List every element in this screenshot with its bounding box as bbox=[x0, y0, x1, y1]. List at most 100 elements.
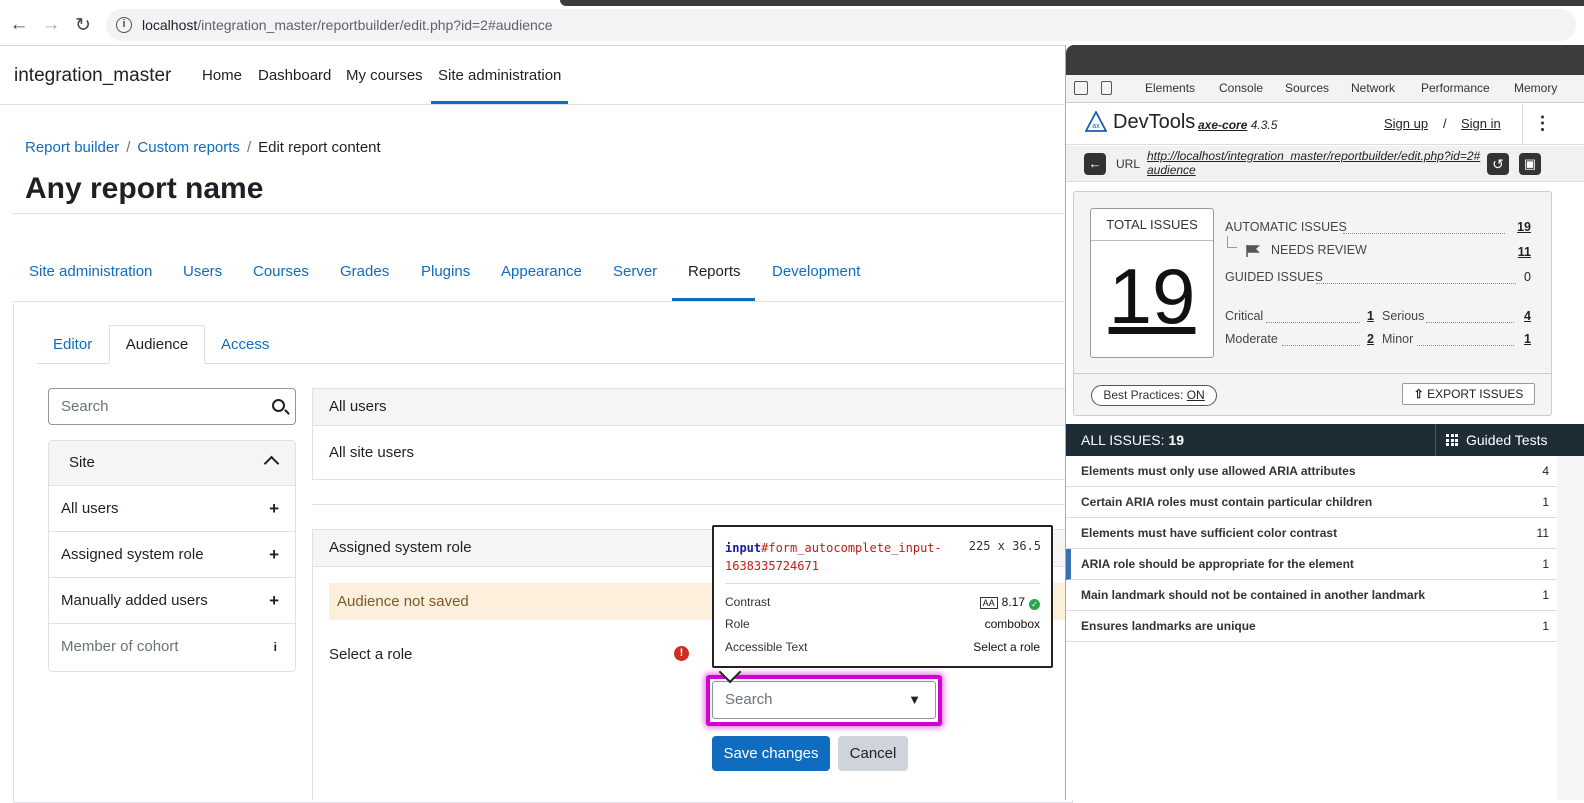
sidebar-item-label: Assigned system role bbox=[61, 546, 204, 563]
devtools-tab-sources[interactable]: Sources bbox=[1285, 81, 1329, 95]
breadcrumb-custom-reports[interactable]: Custom reports bbox=[137, 139, 240, 156]
sign-in-link[interactable]: Sign in bbox=[1461, 116, 1501, 131]
devtools-tab-network[interactable]: Network bbox=[1351, 81, 1395, 95]
issue-count: 11 bbox=[1536, 526, 1549, 540]
audience-block-title: All users bbox=[329, 398, 387, 415]
needs-review-count[interactable]: 11 bbox=[1505, 245, 1531, 259]
tooltip-contrast-value: 8.17 bbox=[1001, 595, 1025, 609]
check-icon: ✓ bbox=[1029, 599, 1040, 610]
window-titlebar bbox=[560, 0, 1584, 6]
tab-site-administration[interactable]: Site administration bbox=[29, 263, 152, 280]
reload-icon[interactable]: ↻ bbox=[72, 14, 94, 37]
scanned-url-link[interactable]: http://localhost/integration_master/repo… bbox=[1147, 149, 1482, 177]
back-button[interactable]: ← bbox=[1084, 153, 1106, 175]
subtab-editor[interactable]: Editor bbox=[53, 336, 92, 353]
chevron-up-icon[interactable] bbox=[263, 455, 280, 472]
tab-development[interactable]: Development bbox=[772, 263, 860, 280]
device-toolbar-icon[interactable] bbox=[1101, 81, 1112, 95]
sidebar-item-assigned-system-role[interactable]: Assigned system role + bbox=[49, 532, 295, 578]
issue-row[interactable]: Main landmark should not be contained in… bbox=[1066, 580, 1557, 611]
sidebar-item-member-of-cohort: Member of cohort i bbox=[49, 624, 295, 670]
leader-dots bbox=[1417, 345, 1514, 346]
audience-block-body bbox=[312, 425, 1072, 480]
axe-core-link[interactable]: axe-core bbox=[1198, 118, 1247, 132]
critical-count[interactable]: 1 bbox=[1360, 309, 1374, 323]
devtools-tab-memory[interactable]: Memory bbox=[1514, 81, 1557, 95]
export-issues-label: EXPORT ISSUES bbox=[1427, 387, 1524, 401]
sidebar-item-label: Manually added users bbox=[61, 592, 208, 609]
tab-server[interactable]: Server bbox=[613, 263, 657, 280]
total-issues-count[interactable]: 19 bbox=[1090, 252, 1214, 340]
audience-block-header: All users bbox=[312, 388, 1072, 426]
export-issues-button[interactable]: ⇧ EXPORT ISSUES bbox=[1402, 383, 1535, 405]
sign-up-link[interactable]: Sign up bbox=[1384, 116, 1428, 131]
tab-reports[interactable]: Reports bbox=[688, 263, 741, 280]
minor-count[interactable]: 1 bbox=[1517, 332, 1531, 346]
save-changes-button[interactable]: Save changes bbox=[712, 736, 830, 771]
automatic-issues-count[interactable]: 19 bbox=[1505, 220, 1531, 234]
tab-users[interactable]: Users bbox=[183, 263, 222, 280]
issue-row[interactable]: Ensures landmarks are unique 1 bbox=[1066, 611, 1557, 642]
dropdown-arrow-icon[interactable]: ▼ bbox=[908, 682, 921, 718]
nav-site-administration[interactable]: Site administration bbox=[438, 67, 561, 84]
tooltip-contrast-label: Contrast bbox=[725, 595, 771, 609]
moderate-count[interactable]: 2 bbox=[1360, 332, 1374, 346]
sidebar-search-input[interactable]: Search bbox=[48, 388, 296, 425]
more-options-icon[interactable]: ⋮ bbox=[1522, 104, 1562, 144]
scrollbar[interactable] bbox=[1557, 456, 1584, 800]
best-practices-toggle[interactable]: Best Practices: ON bbox=[1091, 385, 1217, 406]
nav-my-courses[interactable]: My courses bbox=[346, 67, 423, 84]
inspect-element-icon[interactable] bbox=[1074, 81, 1088, 95]
guided-tests-button[interactable]: Guided Tests bbox=[1435, 424, 1584, 456]
tab-courses[interactable]: Courses bbox=[253, 263, 309, 280]
subtab-audience[interactable]: Audience bbox=[109, 325, 205, 364]
tooltip-dimensions: 225 x 36.5 bbox=[968, 539, 1041, 553]
save-results-button[interactable]: ▣ bbox=[1519, 153, 1541, 175]
tooltip-accessible-text-row: Accessible Text Select a role bbox=[725, 640, 1040, 658]
guided-tests-label: Guided Tests bbox=[1466, 432, 1548, 448]
plus-icon[interactable]: + bbox=[269, 578, 279, 624]
combobox-placeholder: Search bbox=[725, 691, 773, 708]
site-brand[interactable]: integration_master bbox=[14, 65, 171, 87]
tooltip-selector: input#form_autocomplete_input-1638335724… bbox=[725, 539, 955, 575]
subtab-access[interactable]: Access bbox=[221, 336, 269, 353]
devtools-tab-elements[interactable]: Elements bbox=[1145, 81, 1195, 95]
issue-row[interactable]: Elements must only use allowed ARIA attr… bbox=[1066, 456, 1557, 487]
serious-count[interactable]: 4 bbox=[1517, 309, 1531, 323]
required-error-icon: ! bbox=[674, 646, 689, 661]
plus-icon[interactable]: + bbox=[269, 532, 279, 578]
site-section-header[interactable]: Site bbox=[49, 441, 295, 486]
sidebar-item-all-users[interactable]: All users + bbox=[49, 486, 295, 532]
address-bar[interactable]: i localhost/integration_master/reportbui… bbox=[106, 9, 1576, 41]
sidebar-item-manually-added-users[interactable]: Manually added users + bbox=[49, 578, 295, 624]
cancel-button[interactable]: Cancel bbox=[838, 736, 908, 771]
site-section-title: Site bbox=[69, 454, 95, 471]
info-icon[interactable]: i bbox=[274, 624, 277, 670]
plus-icon[interactable]: + bbox=[269, 486, 279, 532]
issue-title: Ensures landmarks are unique bbox=[1081, 619, 1256, 633]
url-label: URL bbox=[1116, 157, 1141, 171]
devtools-tab-performance[interactable]: Performance bbox=[1421, 81, 1490, 95]
devtools-tab-console[interactable]: Console bbox=[1219, 81, 1263, 95]
tab-plugins[interactable]: Plugins bbox=[421, 263, 470, 280]
issue-row-selected[interactable]: ARIA role should be appropriate for the … bbox=[1066, 549, 1557, 580]
nav-dashboard[interactable]: Dashboard bbox=[258, 67, 331, 84]
role-combobox[interactable]: Search ▼ bbox=[712, 681, 936, 719]
search-icon[interactable] bbox=[272, 399, 285, 412]
role-label: Select a role bbox=[329, 646, 413, 663]
nav-home[interactable]: Home bbox=[202, 67, 242, 84]
back-icon[interactable]: ← bbox=[8, 14, 30, 36]
svg-text:ax: ax bbox=[1092, 123, 1100, 130]
rescan-button[interactable]: ↺ bbox=[1487, 153, 1509, 175]
leader-dots bbox=[1343, 233, 1505, 234]
site-info-icon[interactable]: i bbox=[116, 17, 132, 33]
aa-badge: AA bbox=[979, 597, 998, 609]
issue-row[interactable]: Elements must have sufficient color cont… bbox=[1066, 518, 1557, 549]
issue-row[interactable]: Certain ARIA roles must contain particul… bbox=[1066, 487, 1557, 518]
auth-separator: / bbox=[1443, 116, 1447, 131]
issue-count: 1 bbox=[1542, 557, 1549, 571]
breadcrumb-report-builder[interactable]: Report builder bbox=[25, 139, 119, 156]
tab-appearance[interactable]: Appearance bbox=[501, 263, 582, 280]
tab-grades[interactable]: Grades bbox=[340, 263, 389, 280]
forward-icon[interactable]: → bbox=[40, 14, 62, 36]
